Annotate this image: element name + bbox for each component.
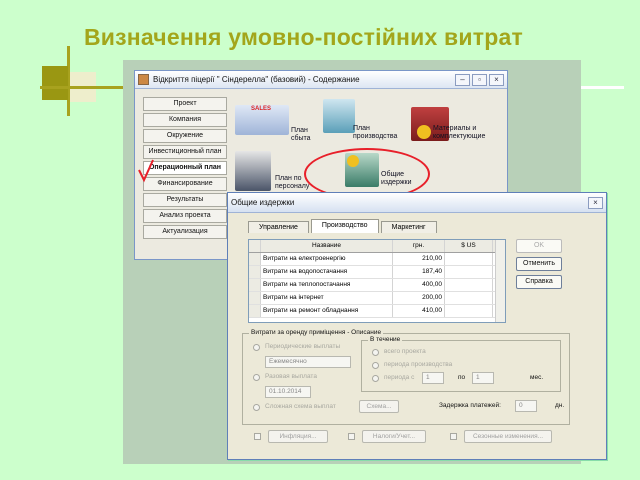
from-field[interactable]: 1: [422, 372, 444, 384]
dialog-close-icon[interactable]: ×: [588, 196, 603, 209]
production-period-radio[interactable]: [372, 362, 379, 369]
complex-radio[interactable]: [253, 404, 260, 411]
row-uah[interactable]: 200,00: [393, 292, 445, 304]
staff-plan-icon[interactable]: [235, 151, 271, 191]
nav-project-analysis[interactable]: Анализ проекта: [143, 209, 227, 223]
delay-label: Задержка платежей:: [439, 402, 501, 409]
to-field[interactable]: 1: [472, 372, 494, 384]
row-uah[interactable]: 187,40: [393, 266, 445, 278]
slide-title: Визначення умовно-постійних витрат: [84, 24, 523, 50]
row-name[interactable]: Витрати на водопостачання: [261, 266, 393, 278]
help-button[interactable]: Справка: [516, 275, 562, 289]
sales-plan-label[interactable]: План сбыта: [291, 127, 325, 143]
sales-badge: SALES: [251, 106, 272, 112]
during-group: В течение всего проекта периода производ…: [361, 336, 561, 392]
project-window-titlebar: Відкриття піцерії " Сіндерелла" (базовий…: [135, 71, 507, 89]
row-usd[interactable]: [445, 253, 493, 265]
gear-icon: [417, 125, 431, 139]
row-name[interactable]: Витрати на ремонт обладнання: [261, 305, 393, 317]
inflation-checkbox[interactable]: [254, 433, 261, 440]
row-usd[interactable]: [445, 305, 493, 317]
decor-square-dark: [42, 66, 68, 100]
materials-label[interactable]: Материалы и комплектующие: [433, 125, 499, 141]
description-group: Витрати за оренду приміщення - Описание …: [242, 329, 570, 425]
row-usd[interactable]: [445, 292, 493, 304]
nav-company[interactable]: Компания: [143, 113, 227, 127]
row-usd[interactable]: [445, 279, 493, 291]
scheme-button[interactable]: Схема...: [359, 400, 399, 413]
tab-management[interactable]: Управление: [248, 221, 309, 233]
row-name[interactable]: Витрати на інтернет: [261, 292, 393, 304]
ok-button[interactable]: OK: [516, 239, 562, 253]
nav-operational-plan[interactable]: Операционный план: [143, 161, 227, 175]
periodic-radio[interactable]: [253, 344, 260, 351]
inflation-button[interactable]: Инфляция...: [268, 430, 328, 443]
seasonal-checkbox[interactable]: [450, 433, 457, 440]
period-select[interactable]: Ежемесячно: [265, 356, 351, 368]
dialog-buttons: OK Отменить Справка: [516, 239, 564, 293]
one-time-radio[interactable]: [253, 374, 260, 381]
tab-production[interactable]: Производство: [310, 219, 379, 233]
table-row[interactable]: Витрати на електроенергію 210,00: [249, 253, 505, 266]
dialog-title: Общие издержки: [231, 198, 295, 207]
checkmark-icon: [138, 159, 154, 183]
row-name[interactable]: Витрати на електроенергію: [261, 253, 393, 265]
to-label: по: [458, 374, 466, 381]
period-from-radio[interactable]: [372, 375, 379, 382]
whole-project-radio[interactable]: [372, 349, 379, 356]
whole-project-label: всего проекта: [384, 348, 426, 355]
row-uah[interactable]: 400,00: [393, 279, 445, 291]
row-usd[interactable]: [445, 266, 493, 278]
production-plan-label[interactable]: План производства: [353, 125, 403, 141]
seasonal-button[interactable]: Сезонные изменения...: [464, 430, 552, 443]
complex-label: Сложная схема выплат: [265, 403, 336, 410]
nav-actualization[interactable]: Актуализация: [143, 225, 227, 239]
nav-environment[interactable]: Окружение: [143, 129, 227, 143]
days-label: дн.: [555, 402, 565, 409]
row-uah[interactable]: 210,00: [393, 253, 445, 265]
delay-field[interactable]: 0: [515, 400, 537, 412]
costs-table: Название грн. $ US Витрати на електроене…: [248, 239, 506, 323]
date-field[interactable]: 01.10.2014: [265, 386, 311, 398]
nav-project[interactable]: Проект: [143, 97, 227, 111]
col-name-header[interactable]: Название: [261, 240, 393, 252]
dialog-tabs: Управление Производство Маркетинг: [248, 219, 439, 234]
months-label: мес.: [530, 374, 544, 381]
periodic-label: Периодические выплаты: [265, 343, 341, 350]
cancel-button[interactable]: Отменить: [516, 257, 562, 271]
table-row[interactable]: Витрати на ремонт обладнання 410,00: [249, 305, 505, 318]
nav-financing[interactable]: Финансирование: [143, 177, 227, 191]
nav-results[interactable]: Результаты: [143, 193, 227, 207]
table-row[interactable]: Витрати на інтернет 200,00: [249, 292, 505, 305]
table-scrollbar[interactable]: [495, 240, 505, 322]
tab-marketing[interactable]: Маркетинг: [380, 221, 437, 233]
table-header: Название грн. $ US: [249, 240, 505, 253]
maximize-icon[interactable]: ▫: [472, 73, 487, 86]
table-row[interactable]: Витрати на водопостачання 187,40: [249, 266, 505, 279]
row-name[interactable]: Витрати на теплопостачання: [261, 279, 393, 291]
project-window-title: Відкриття піцерії " Сіндерелла" (базовий…: [153, 75, 360, 84]
app-icon: [138, 74, 149, 85]
col-uah-header[interactable]: грн.: [393, 240, 445, 252]
sales-plan-icon[interactable]: SALES: [235, 105, 289, 135]
description-group-label: Витрати за оренду приміщення - Описание: [249, 329, 384, 336]
taxes-button[interactable]: Налоги/Учет...: [362, 430, 426, 443]
production-period-label: периода производства: [384, 361, 453, 368]
close-icon[interactable]: ×: [489, 73, 504, 86]
during-group-label: В течение: [368, 336, 403, 343]
col-usd-header[interactable]: $ US: [445, 240, 493, 252]
dialog-titlebar: Общие издержки ×: [228, 193, 606, 213]
minimize-icon[interactable]: –: [455, 73, 470, 86]
production-plan-icon[interactable]: [323, 99, 355, 133]
one-time-label: Разовая выплата: [265, 373, 317, 380]
overheads-dialog: Общие издержки × Управление Производство…: [227, 192, 607, 460]
nav-investment-plan[interactable]: Инвестиционный план: [143, 145, 227, 159]
taxes-checkbox[interactable]: [348, 433, 355, 440]
table-row[interactable]: Витрати на теплопостачання 400,00: [249, 279, 505, 292]
row-uah[interactable]: 410,00: [393, 305, 445, 317]
section-nav: Проект Компания Окружение Инвестиционный…: [143, 97, 227, 241]
period-from-label: периода с: [384, 374, 415, 381]
